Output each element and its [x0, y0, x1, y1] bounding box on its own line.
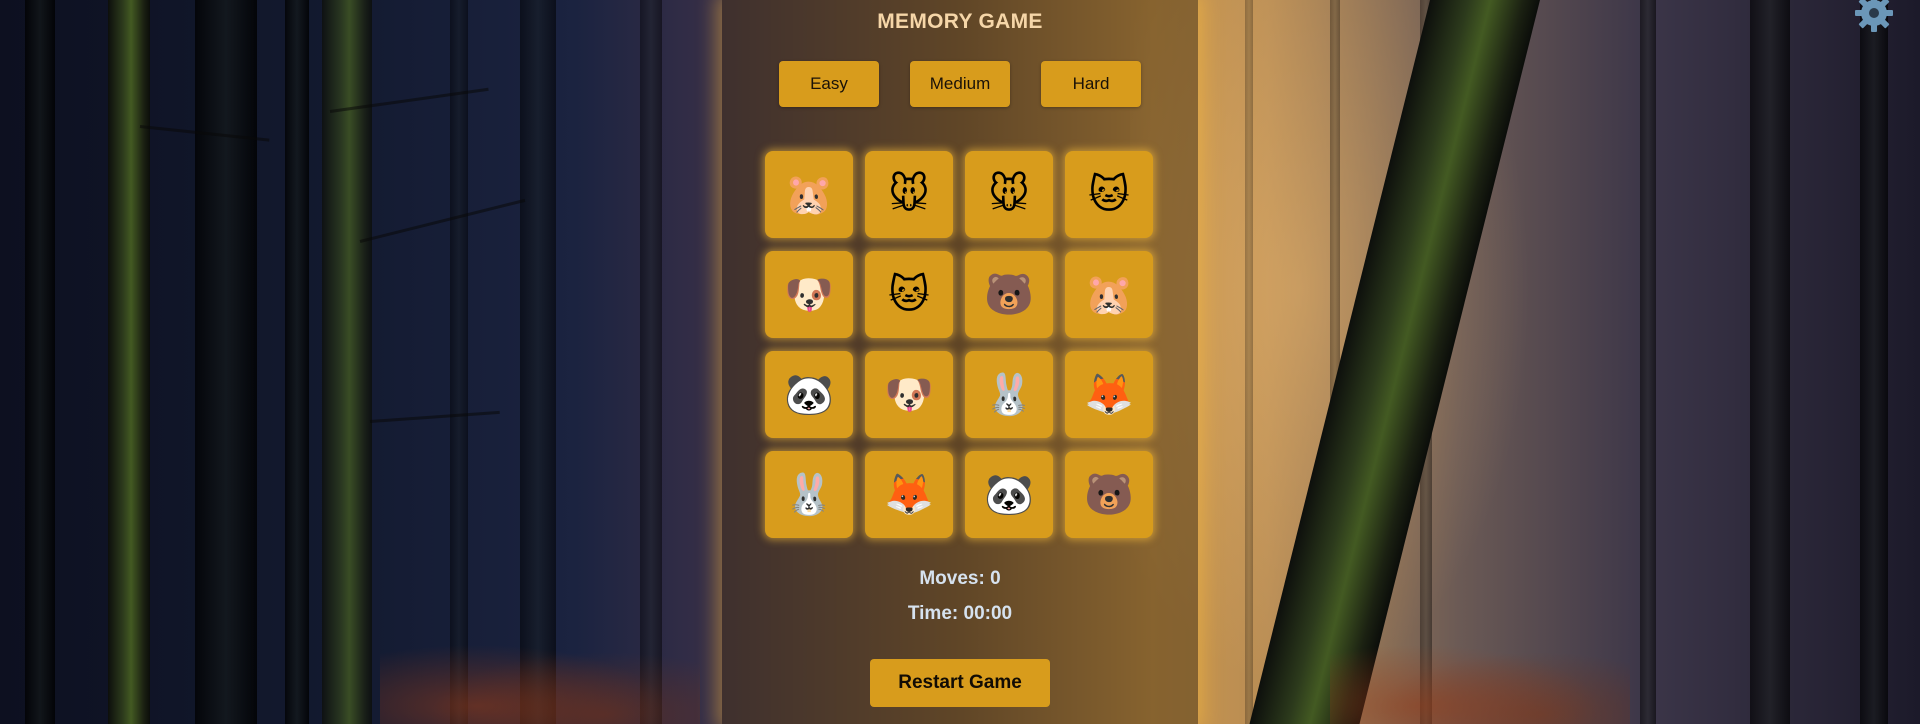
hamster-face-icon: 🐹 [1084, 271, 1134, 318]
dog-face-icon: 🐶 [784, 271, 834, 318]
tree-trunk [450, 0, 468, 724]
memory-card[interactable]: 🐼 [765, 351, 853, 438]
mouse-face-icon: 🐭 [988, 171, 1030, 218]
forest-background: MEMORY GAME Easy Medium Hard 🐹 🐭 🐭 🐱 🐶 🐱 🐻 🐹 🐼 🐶 🐰… [0, 0, 1920, 724]
fallen-leaves [1330, 634, 1630, 724]
tree-trunk [1750, 0, 1790, 724]
tree-trunk [285, 0, 309, 724]
tree-trunk [108, 0, 150, 724]
memory-card[interactable]: 🐱 [865, 251, 953, 338]
memory-card[interactable]: 🦊 [1065, 351, 1153, 438]
memory-card[interactable]: 🐰 [965, 351, 1053, 438]
cat-face-icon: 🐱 [1088, 171, 1130, 218]
memory-card[interactable]: 🦊 [865, 451, 953, 538]
tree-trunk [1245, 0, 1253, 724]
restart-button[interactable]: Restart Game [870, 659, 1050, 707]
hamster-face-icon: 🐹 [784, 171, 834, 218]
memory-card[interactable]: 🐶 [765, 251, 853, 338]
memory-card[interactable]: 🐭 [865, 151, 953, 238]
tree-trunk [1640, 0, 1656, 724]
fox-face-icon: 🦊 [1084, 371, 1134, 418]
mouse-face-icon: 🐭 [888, 171, 930, 218]
bear-face-icon: 🐻 [984, 271, 1034, 318]
tree-branch [369, 410, 500, 423]
memory-card[interactable]: 🐭 [965, 151, 1053, 238]
card-grid: 🐹 🐭 🐭 🐱 🐶 🐱 🐻 🐹 🐼 🐶 🐰 🦊 🐰 🦊 🐼 🐻 [765, 151, 1155, 539]
memory-card[interactable]: 🐻 [965, 251, 1053, 338]
panda-face-icon: 🐼 [784, 371, 834, 418]
game-title: MEMORY GAME [877, 10, 1043, 33]
memory-card[interactable]: 🐹 [765, 151, 853, 238]
easy-button[interactable]: Easy [779, 61, 879, 107]
tree-branch [359, 198, 526, 243]
timer: Time: 00:00 [907, 603, 1013, 624]
memory-card[interactable]: 🐻 [1065, 451, 1153, 538]
bear-face-icon: 🐻 [1084, 471, 1134, 518]
memory-card[interactable]: 🐹 [1065, 251, 1153, 338]
tree-trunk [640, 0, 662, 724]
memory-card[interactable]: 🐼 [965, 451, 1053, 538]
medium-button[interactable]: Medium [910, 61, 1010, 107]
hard-button[interactable]: Hard [1041, 61, 1141, 107]
panda-face-icon: 🐼 [984, 471, 1034, 518]
tree-trunk [520, 0, 556, 724]
dog-face-icon: 🐶 [884, 371, 934, 418]
memory-card[interactable]: 🐶 [865, 351, 953, 438]
cat-face-icon: 🐱 [888, 271, 930, 318]
difficulty-selector: Easy Medium Hard [779, 61, 1141, 107]
gear-icon[interactable] [1853, 0, 1895, 34]
memory-card[interactable]: 🐰 [765, 451, 853, 538]
tree-trunk [1860, 0, 1888, 724]
game-panel: MEMORY GAME Easy Medium Hard 🐹 🐭 🐭 🐱 🐶 🐱 🐻 🐹 🐼 🐶 🐰… [722, 0, 1198, 724]
tree-trunk [25, 0, 55, 724]
memory-card[interactable]: 🐱 [1065, 151, 1153, 238]
fallen-leaves [380, 634, 700, 724]
fox-face-icon: 🦊 [884, 471, 934, 518]
tree-trunk [195, 0, 257, 724]
rabbit-face-icon: 🐰 [984, 371, 1034, 418]
moves-counter: Moves: 0 [919, 568, 1001, 589]
rabbit-face-icon: 🐰 [784, 471, 834, 518]
